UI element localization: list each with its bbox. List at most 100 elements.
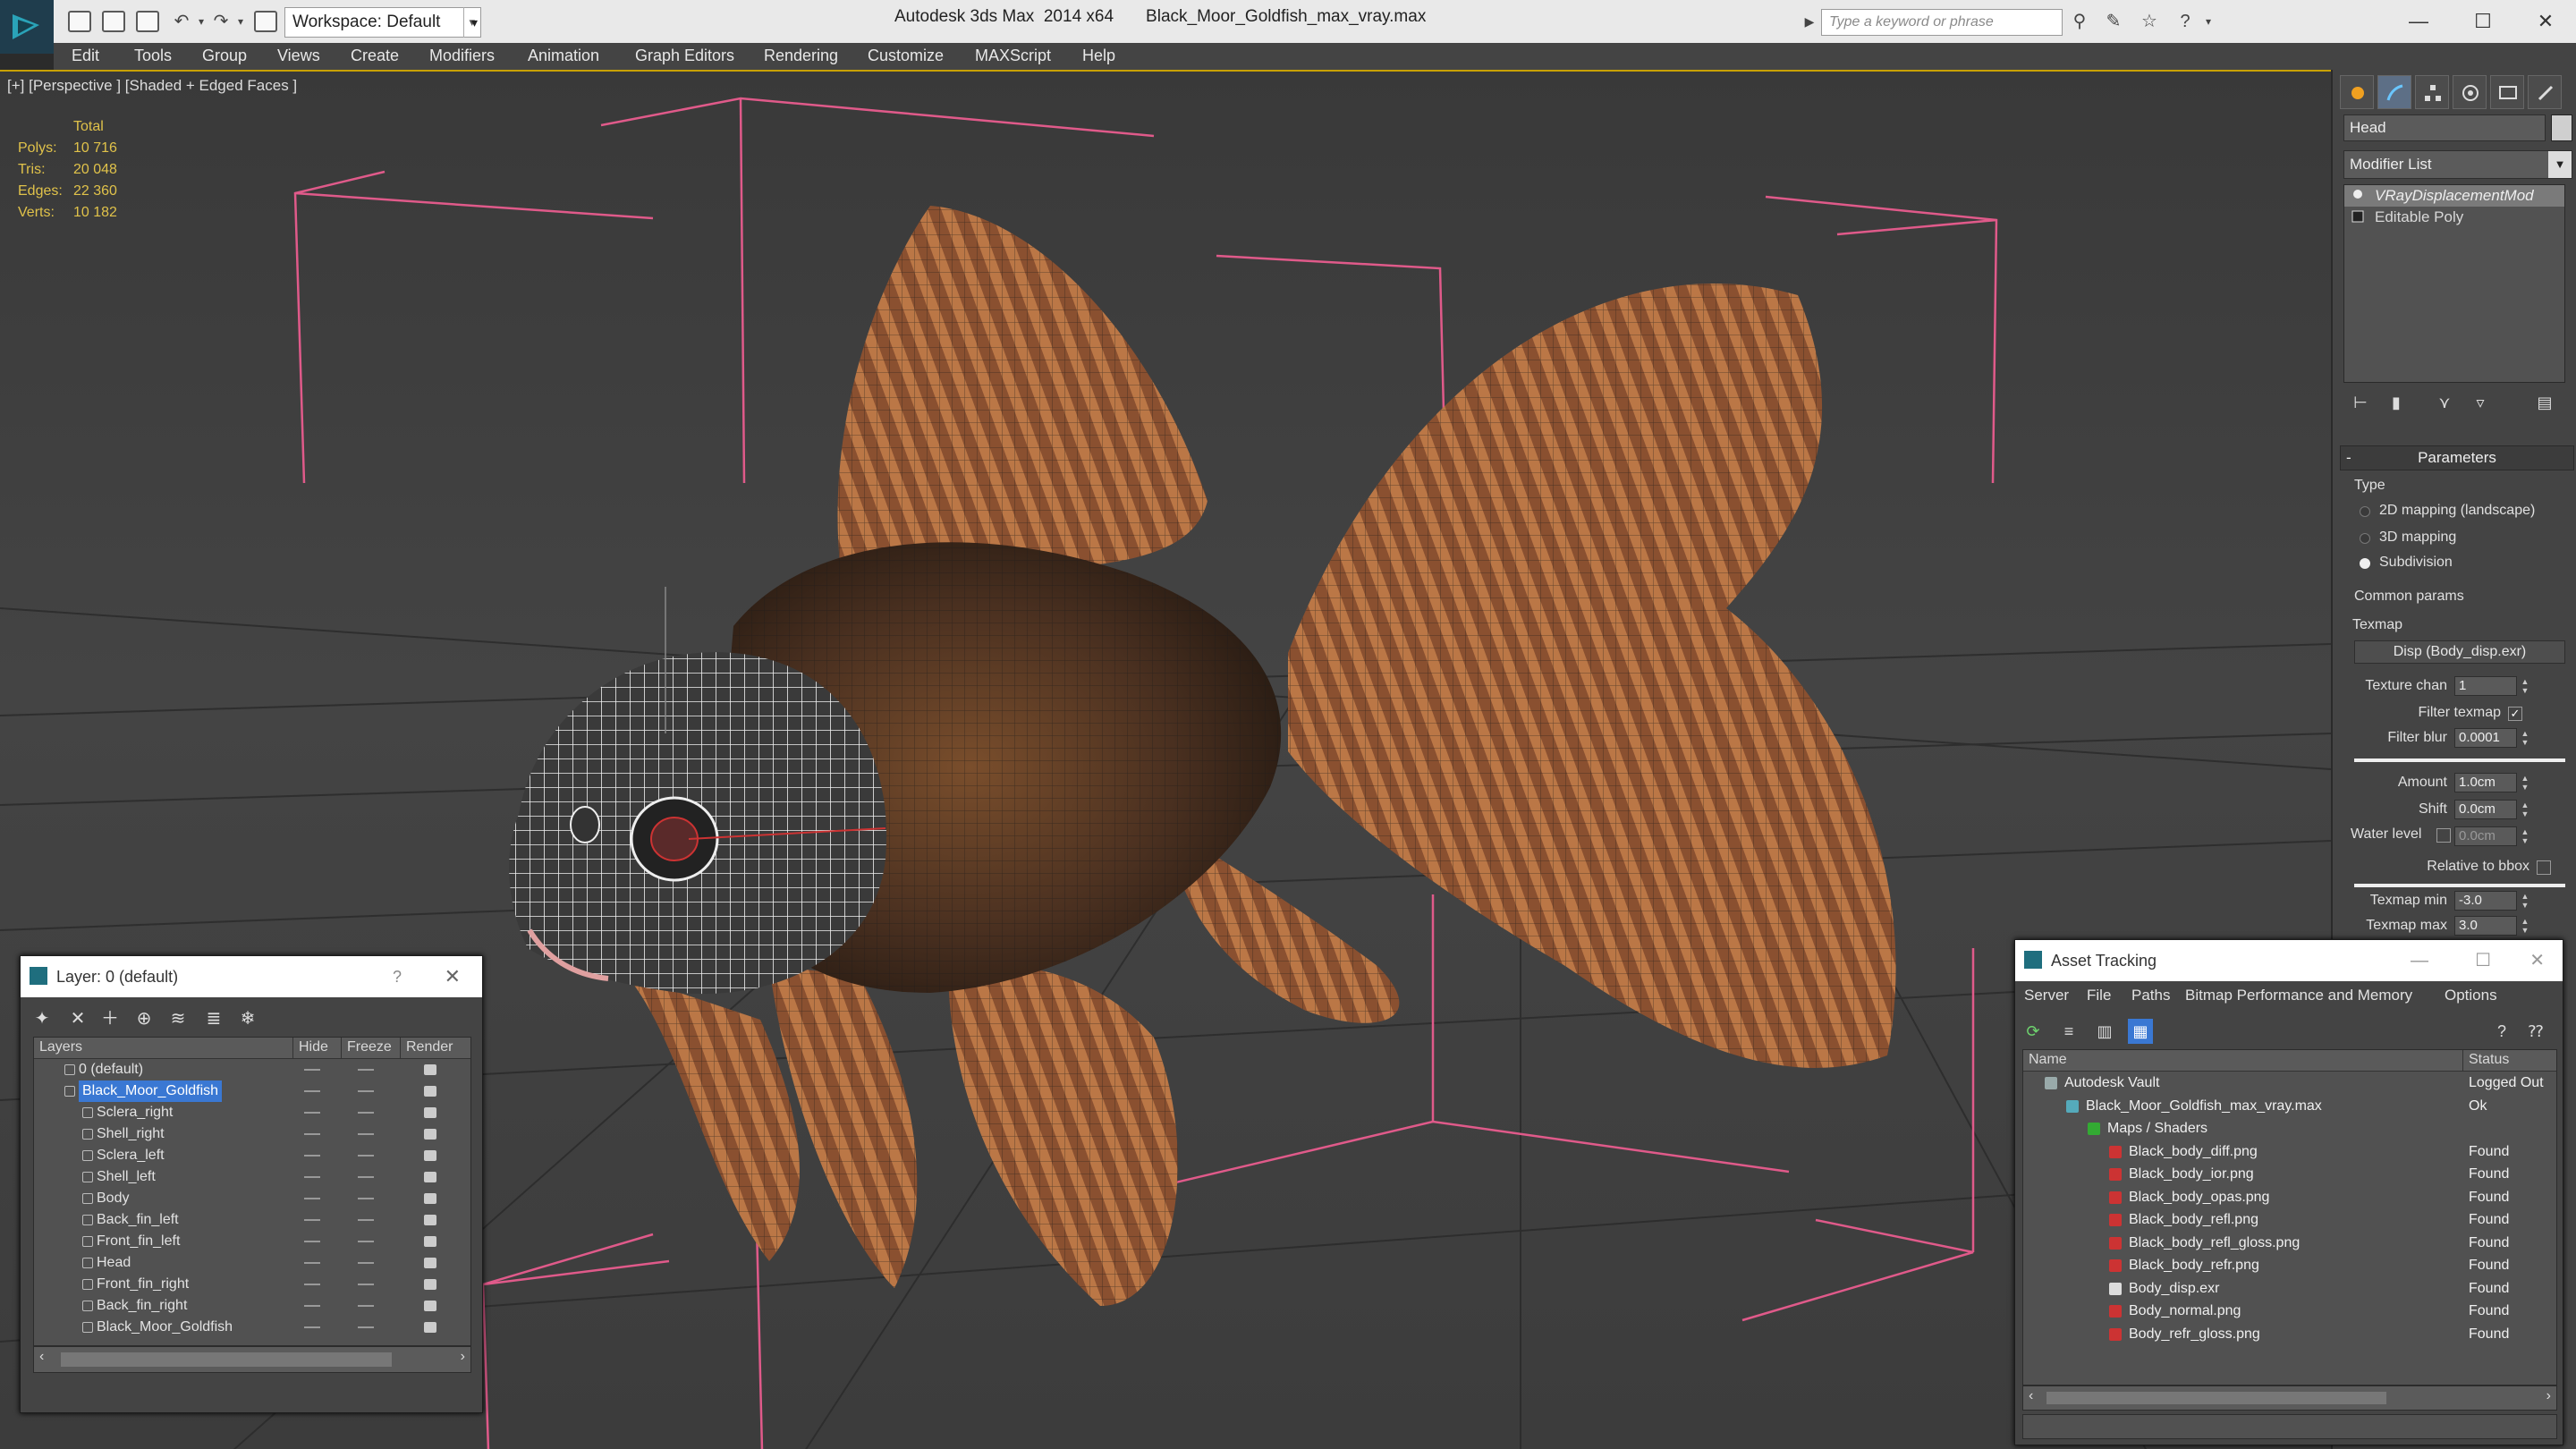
hide-toggle[interactable] bbox=[304, 1090, 320, 1092]
render-teapot-icon[interactable] bbox=[424, 1258, 436, 1268]
radio-3d-mapping[interactable]: 3D mapping bbox=[2356, 530, 2456, 546]
amount-input[interactable]: 1.0cm ▲ ▼ bbox=[2454, 773, 2529, 792]
asset-row[interactable]: Black_body_refr.png Found bbox=[2023, 1254, 2556, 1277]
scroll-left-icon[interactable]: ‹ bbox=[39, 1349, 44, 1365]
render-teapot-icon[interactable] bbox=[424, 1129, 436, 1140]
help-dropdown-icon[interactable]: ▾ bbox=[2197, 11, 2220, 32]
layer-row[interactable]: 0 (default) bbox=[34, 1059, 470, 1080]
render-teapot-icon[interactable] bbox=[424, 1322, 436, 1333]
lightbulb-icon[interactable] bbox=[2351, 189, 2364, 201]
freeze-toggle[interactable] bbox=[358, 1284, 374, 1285]
freeze-toggle[interactable] bbox=[358, 1090, 374, 1092]
hide-toggle[interactable] bbox=[304, 1326, 320, 1328]
asset-row[interactable]: Black_Moor_Goldfish_max_vray.max Ok bbox=[2023, 1095, 2556, 1118]
maximize-icon[interactable]: ☐ bbox=[2475, 940, 2491, 981]
asset-dialog-titlebar[interactable]: Asset Tracking — ☐ ✕ bbox=[2015, 940, 2563, 981]
scroll-right-icon[interactable]: › bbox=[2546, 1388, 2551, 1404]
asset-menu-file[interactable]: File bbox=[2087, 987, 2111, 1004]
display-tab-icon[interactable] bbox=[2490, 75, 2524, 109]
texmap-min-input[interactable]: -3.0 ▲ ▼ bbox=[2454, 891, 2529, 911]
spinner-arrows-icon[interactable]: ▲ ▼ bbox=[2520, 892, 2530, 910]
hide-toggle[interactable] bbox=[304, 1305, 320, 1307]
hide-toggle[interactable] bbox=[304, 1241, 320, 1242]
menu-rendering[interactable]: Rendering bbox=[764, 47, 838, 65]
menu-maxscript[interactable]: MAXScript bbox=[975, 47, 1051, 65]
viewport-label[interactable]: [+] [Perspective ] [Shaded + Edged Faces… bbox=[7, 77, 297, 95]
configure-modifier-sets-icon[interactable]: ▤ bbox=[2533, 394, 2556, 417]
scroll-left-icon[interactable]: ‹ bbox=[2029, 1388, 2033, 1404]
asset-row[interactable]: Black_body_refl.png Found bbox=[2023, 1208, 2556, 1232]
render-teapot-icon[interactable] bbox=[424, 1064, 436, 1075]
hierarchy-tab-icon[interactable] bbox=[2415, 75, 2449, 109]
asset-row[interactable]: Black_body_refl_gloss.png Found bbox=[2023, 1232, 2556, 1255]
col-hide[interactable]: Hide bbox=[293, 1038, 342, 1059]
asset-row[interactable]: Autodesk Vault Logged Out bbox=[2023, 1072, 2556, 1095]
quick-access-dropdown-icon[interactable]: ▾ bbox=[463, 7, 485, 38]
asset-menu-server[interactable]: Server bbox=[2024, 987, 2069, 1004]
freeze-toggle[interactable] bbox=[358, 1305, 374, 1307]
help-icon[interactable]: ? bbox=[2489, 1019, 2514, 1044]
asset-row[interactable]: Maps / Shaders bbox=[2023, 1117, 2556, 1140]
menu-group[interactable]: Group bbox=[202, 47, 247, 65]
col-status[interactable]: Status bbox=[2463, 1050, 2556, 1072]
help-icon[interactable]: ? bbox=[2174, 11, 2197, 32]
texmap-button[interactable]: Disp (Body_disp.exr) bbox=[2354, 640, 2565, 664]
create-layer-icon[interactable]: ✦ bbox=[30, 1006, 55, 1031]
close-button[interactable]: ✕ bbox=[2517, 4, 2574, 39]
shift-input[interactable]: 0.0cm ▲ ▼ bbox=[2454, 800, 2529, 819]
water-level-input[interactable]: 0.0cm ▲ ▼ bbox=[2454, 826, 2529, 846]
favorites-icon[interactable]: ☆ bbox=[2138, 11, 2161, 32]
table-view-icon[interactable]: ▦ bbox=[2128, 1019, 2153, 1044]
horizontal-scrollbar[interactable]: ‹ › bbox=[2022, 1385, 2557, 1411]
freeze-toggle[interactable] bbox=[358, 1155, 374, 1157]
render-teapot-icon[interactable] bbox=[424, 1193, 436, 1204]
layer-row[interactable]: Back_fin_right bbox=[34, 1295, 470, 1317]
parameters-rollout-header[interactable]: - Parameters bbox=[2340, 445, 2574, 470]
texture-chan-input[interactable]: 1 ▲ ▼ bbox=[2454, 676, 2529, 696]
hide-toggle[interactable] bbox=[304, 1284, 320, 1285]
hide-toggle[interactable] bbox=[304, 1198, 320, 1199]
layer-row[interactable]: Sclera_right bbox=[34, 1102, 470, 1123]
menu-views[interactable]: Views bbox=[277, 47, 320, 65]
refresh-icon[interactable]: ⟳ bbox=[2021, 1019, 2046, 1044]
hide-toggle[interactable] bbox=[304, 1176, 320, 1178]
expand-plus-icon[interactable] bbox=[2351, 210, 2364, 223]
render-teapot-icon[interactable] bbox=[424, 1107, 436, 1118]
asset-menu-bitmap[interactable]: Bitmap Performance and Memory bbox=[2185, 987, 2412, 1004]
layer-row[interactable]: Back_fin_left bbox=[34, 1209, 470, 1231]
minimize-icon[interactable]: — bbox=[2411, 940, 2428, 981]
layer-row[interactable]: Black_Moor_Goldfish bbox=[34, 1317, 470, 1338]
layer-row[interactable]: Shell_right bbox=[34, 1123, 470, 1145]
asset-row[interactable]: Body_normal.png Found bbox=[2023, 1300, 2556, 1323]
make-unique-icon[interactable]: ⋎ bbox=[2433, 394, 2456, 417]
open-file-icon[interactable] bbox=[102, 11, 125, 32]
minimize-button[interactable]: — bbox=[2390, 4, 2447, 39]
render-teapot-icon[interactable] bbox=[424, 1086, 436, 1097]
spinner-arrows-icon[interactable]: ▲ ▼ bbox=[2520, 677, 2530, 695]
search-expand-icon[interactable]: ▶ bbox=[1798, 11, 1821, 32]
asset-row[interactable]: Black_body_ior.png Found bbox=[2023, 1163, 2556, 1186]
project-folder-icon[interactable] bbox=[254, 11, 277, 32]
object-color-swatch[interactable] bbox=[2551, 114, 2572, 141]
tree-view-icon[interactable]: ▥ bbox=[2092, 1019, 2117, 1044]
render-teapot-icon[interactable] bbox=[424, 1172, 436, 1182]
hide-toggle[interactable] bbox=[304, 1069, 320, 1071]
spinner-arrows-icon[interactable]: ▲ ▼ bbox=[2520, 801, 2530, 818]
radio-2d-mapping[interactable]: 2D mapping (landscape) bbox=[2356, 503, 2535, 519]
utilities-tab-icon[interactable] bbox=[2528, 75, 2562, 109]
menu-modifiers[interactable]: Modifiers bbox=[429, 47, 495, 65]
asset-row[interactable]: Black_body_opas.png Found bbox=[2023, 1186, 2556, 1209]
col-render[interactable]: Render bbox=[401, 1038, 472, 1059]
relative-bbox-checkbox[interactable] bbox=[2537, 860, 2551, 875]
communication-center-icon[interactable]: ✎ bbox=[2102, 11, 2125, 32]
spinner-arrows-icon[interactable]: ▲ ▼ bbox=[2520, 827, 2530, 845]
freeze-toggle[interactable] bbox=[358, 1133, 374, 1135]
asset-path-field[interactable] bbox=[2022, 1414, 2557, 1439]
create-tab-icon[interactable] bbox=[2340, 75, 2374, 109]
asset-row[interactable]: Body_disp.exr Found bbox=[2023, 1277, 2556, 1301]
asset-row[interactable]: Body_refr_gloss.png Found bbox=[2023, 1323, 2556, 1346]
hide-toggle[interactable] bbox=[304, 1155, 320, 1157]
spinner-arrows-icon[interactable]: ▲ ▼ bbox=[2520, 774, 2530, 792]
show-end-result-icon[interactable]: ▮ bbox=[2385, 394, 2408, 417]
hide-toggle[interactable] bbox=[304, 1262, 320, 1264]
